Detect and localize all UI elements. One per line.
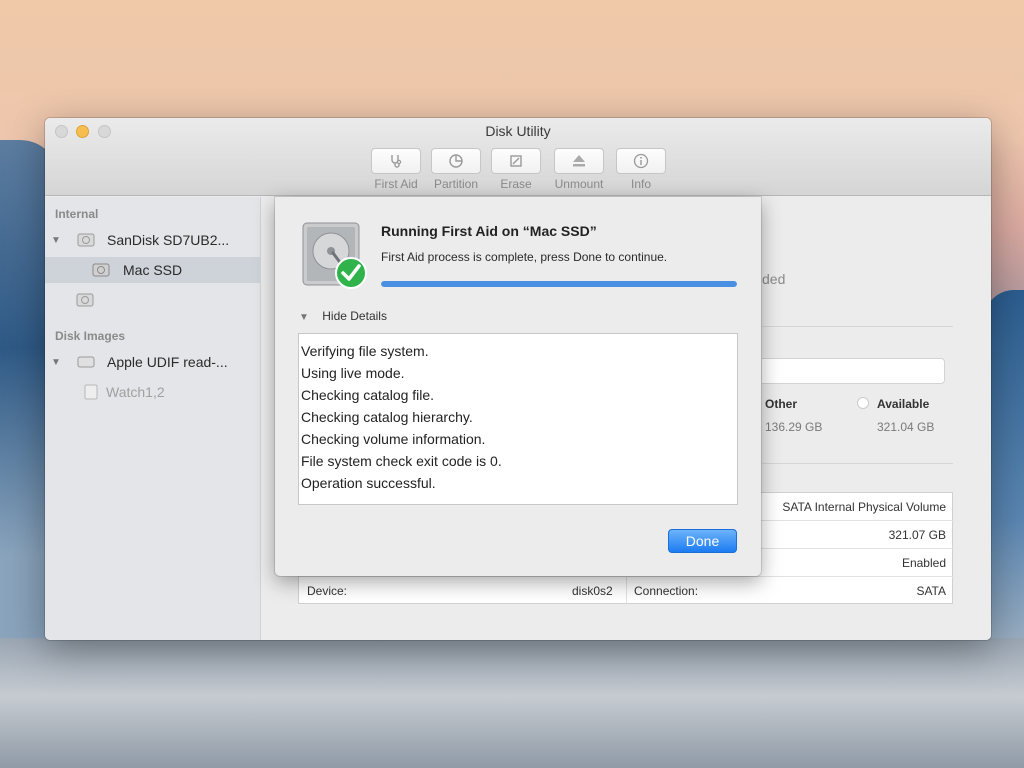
other-label: Other xyxy=(765,397,798,411)
table-cell: disk0s2 xyxy=(572,584,613,598)
info-button[interactable]: Info xyxy=(616,148,666,191)
available-label: Available xyxy=(877,397,930,411)
progress-bar-fill xyxy=(381,281,737,287)
internal-disk-icon xyxy=(77,233,95,247)
sheet-title: Running First Aid on “Mac SSD” xyxy=(381,223,597,239)
log-line: Checking catalog file. xyxy=(301,387,435,403)
disk-image-icon xyxy=(77,356,95,368)
sidebar-item-label: Mac SSD xyxy=(123,262,183,278)
window-title: Disk Utility xyxy=(485,123,551,139)
sidebar-header-disk-images: Disk Images xyxy=(55,329,126,343)
column-divider xyxy=(626,577,627,605)
partition-label: Partition xyxy=(433,177,479,191)
hard-drive-success-icon xyxy=(302,222,367,289)
volume-status-fragment: ded xyxy=(762,271,786,287)
sidebar-item-label: Watch1,2 xyxy=(106,384,165,400)
other-value: 136.29 GB xyxy=(765,420,823,434)
table-cell: 321.07 GB xyxy=(888,528,946,542)
table-cell: SATA Internal Physical Volume xyxy=(782,500,946,514)
divider xyxy=(762,326,953,327)
log-line: Checking catalog hierarchy. xyxy=(301,409,473,425)
hide-details-toggle[interactable]: ▼ Hide Details xyxy=(299,309,387,323)
usage-bar xyxy=(762,358,945,384)
sidebar: Internal ▼ SanDisk SD7UB2... Mac SSD Dis… xyxy=(45,197,261,640)
disclosure-triangle-icon[interactable]: ▼ xyxy=(51,357,61,368)
details-log[interactable]: Verifying file system. Using live mode. Ch… xyxy=(298,333,738,505)
log-line: Using live mode. xyxy=(301,365,405,381)
hide-details-label: Hide Details xyxy=(322,309,387,323)
info-label: Info xyxy=(630,177,651,191)
unmount-label: Unmount xyxy=(554,177,604,191)
log-line: File system check exit code is 0. xyxy=(301,453,502,469)
title-bar: Disk Utility First Aid Partition Erase U… xyxy=(45,118,991,196)
disclosure-triangle-icon[interactable]: ▼ xyxy=(51,235,61,246)
table-cell: Connection: xyxy=(634,584,699,598)
erase-button[interactable]: Erase xyxy=(491,148,541,191)
erase-icon xyxy=(510,155,522,167)
progress-bar xyxy=(381,281,737,287)
pie-icon xyxy=(449,154,463,168)
sidebar-item-volume[interactable] xyxy=(45,287,261,313)
disk-image-icon xyxy=(84,384,98,400)
sidebar-item-label: Apple UDIF read-... xyxy=(107,354,228,370)
disclosure-triangle-icon[interactable]: ▼ xyxy=(299,312,309,323)
first-aid-sheet: Running First Aid on “Mac SSD” First Aid… xyxy=(275,197,761,576)
sidebar-item-label: SanDisk SD7UB2... xyxy=(107,232,230,248)
sheet-status-text: First Aid process is complete, press Don… xyxy=(381,250,668,264)
eject-icon xyxy=(573,155,585,167)
table-cell: Enabled xyxy=(901,556,946,570)
log-line: Verifying file system. xyxy=(301,343,429,359)
erase-label: Erase xyxy=(500,177,532,191)
sidebar-header-internal: Internal xyxy=(55,207,99,221)
info-icon xyxy=(633,153,649,169)
available-swatch xyxy=(857,397,869,409)
sidebar-item-sandisk[interactable]: ▼ SanDisk SD7UB2... xyxy=(45,227,261,253)
first-aid-label: First Aid xyxy=(374,177,418,191)
volume-disk-icon xyxy=(76,293,94,307)
available-value: 321.04 GB xyxy=(877,420,935,434)
table-row: Device: disk0s2 Connection: SATA xyxy=(299,577,954,605)
desktop-wave-bottom xyxy=(0,638,1024,768)
partition-button[interactable]: Partition xyxy=(431,148,481,191)
sidebar-item-watch[interactable]: Watch1,2 xyxy=(45,379,261,405)
sidebar-item-mac-ssd[interactable]: Mac SSD xyxy=(45,257,261,283)
table-cell: Device: xyxy=(307,584,348,598)
volume-disk-icon xyxy=(92,263,110,277)
unmount-button[interactable]: Unmount xyxy=(554,148,604,191)
log-line: Checking volume information. xyxy=(301,431,486,447)
stethoscope-icon xyxy=(391,155,402,168)
divider xyxy=(762,463,953,464)
done-button[interactable]: Done xyxy=(668,529,737,553)
sidebar-item-apple-udif[interactable]: ▼ Apple UDIF read-... xyxy=(45,349,261,375)
first-aid-button[interactable]: First Aid xyxy=(371,148,421,191)
table-cell: SATA xyxy=(916,584,946,598)
log-line: Operation successful. xyxy=(301,475,436,491)
